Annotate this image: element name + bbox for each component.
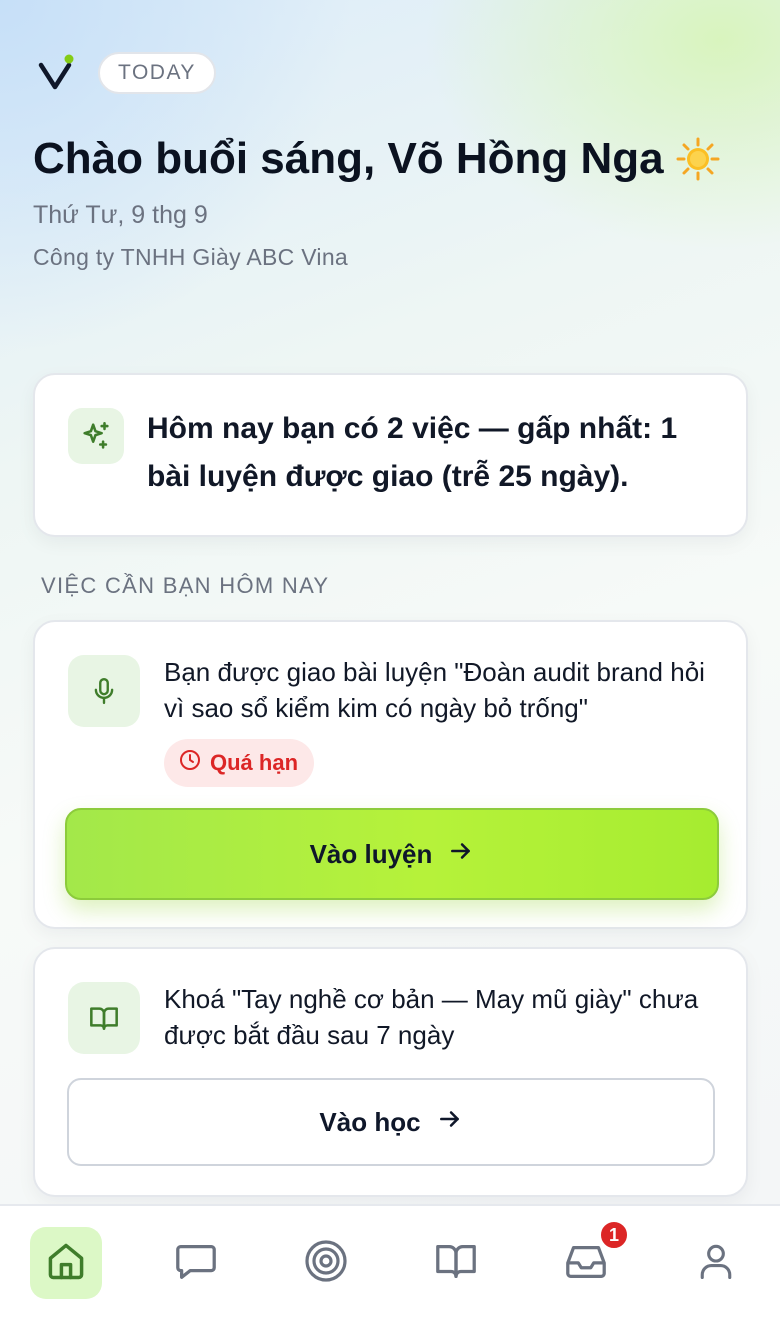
task-description: Bạn được giao bài luyện "Đoàn audit bran…	[164, 657, 705, 723]
sparkles-icon	[68, 408, 124, 464]
company-name: Công ty TNHH Giày ABC Vina	[33, 244, 349, 270]
microphone-icon	[68, 655, 140, 727]
section-label: VIỆC CẦN BẠN HÔM NAY	[41, 573, 330, 598]
start-practice-label: Vào luyện	[309, 838, 433, 869]
home-screen: TODAY Chào buổi sáng, Võ Hồng Nga Thứ Tư…	[0, 0, 780, 1317]
arrow-right-icon	[437, 1106, 463, 1139]
arrow-right-icon	[448, 838, 474, 871]
today-chip: TODAY	[98, 52, 216, 94]
nav-chat[interactable]	[160, 1227, 232, 1299]
target-icon	[302, 1237, 350, 1290]
inbox-notification-badge: 1	[598, 1219, 630, 1251]
book-icon	[433, 1238, 479, 1289]
overdue-label: Quá hạn	[210, 750, 299, 775]
task-card-course: Khoá "Tay nghề cơ bản — May mũ giày" chư…	[33, 947, 748, 1197]
start-course-button[interactable]: Vào học	[67, 1078, 715, 1166]
greeting-title: Chào buổi sáng, Võ Hồng Nga	[33, 134, 720, 184]
summary-text: Hôm nay bạn có 2 việc — gấp nhất: 1 bài …	[147, 412, 678, 493]
nav-library[interactable]	[420, 1227, 492, 1299]
greeting-text: Chào buổi sáng, Võ Hồng Nga	[33, 134, 664, 183]
clock-icon	[178, 748, 202, 778]
bottom-navigation: 1	[0, 1204, 780, 1317]
current-date: Thứ Tư, 9 thg 9	[33, 201, 208, 229]
chat-icon	[173, 1238, 219, 1289]
overdue-badge: Quá hạn	[164, 739, 315, 787]
user-icon	[694, 1239, 738, 1288]
sun-icon	[676, 137, 720, 181]
nav-goals[interactable]	[290, 1227, 362, 1299]
nav-inbox[interactable]: 1	[550, 1219, 630, 1299]
start-course-label: Vào học	[319, 1106, 421, 1137]
v-logo-icon	[38, 53, 76, 93]
task-card-practice: Bạn được giao bài luyện "Đoàn audit bran…	[33, 620, 748, 929]
nav-home[interactable]	[30, 1227, 102, 1299]
daily-summary-card: Hôm nay bạn có 2 việc — gấp nhất: 1 bài …	[33, 373, 748, 537]
book-open-icon	[68, 982, 140, 1054]
home-icon	[44, 1239, 88, 1288]
task-description: Khoá "Tay nghề cơ bản — May mũ giày" chư…	[164, 984, 699, 1050]
start-practice-button[interactable]: Vào luyện	[65, 808, 719, 900]
nav-profile[interactable]	[680, 1227, 752, 1299]
brand-row: TODAY	[38, 52, 216, 94]
